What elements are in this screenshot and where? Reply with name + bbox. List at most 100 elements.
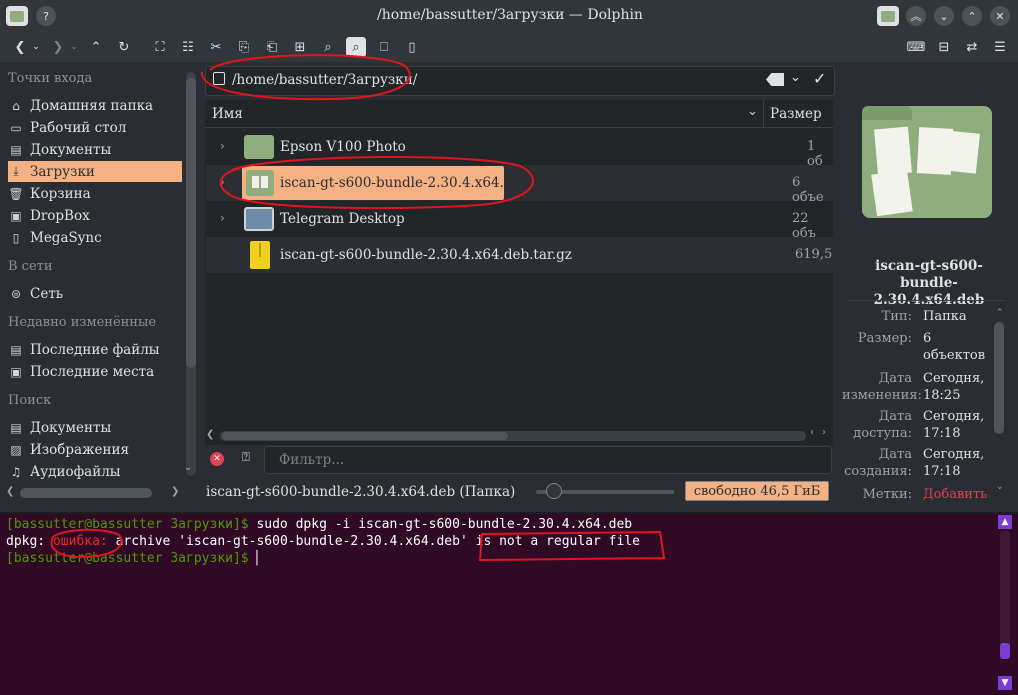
confirm-location-icon[interactable]: ✓ [813,69,826,88]
sidebar-item-documents[interactable]: ▤ Документы [8,139,182,160]
scroll-down-icon[interactable]: ⌄ [996,482,1004,492]
info-label-accessed: Дата доступа: [853,409,912,441]
sidebar-scroll-thumb[interactable] [186,78,196,368]
history-dropdown-icon[interactable]: ⌄ [790,70,801,85]
terminal-error-message: archive 'iscan-gt-s600-bundle-2.30.4.x64… [107,534,640,549]
column-name[interactable]: Имя [212,106,243,122]
close-filter-icon[interactable]: ✕ [210,452,224,466]
menu-icon[interactable]: ☰ [990,37,1010,57]
file-row[interactable]: › iscan-gt-s600-bundle-2.30.4.x64.deb 6 … [206,165,833,205]
scroll-right-icon[interactable]: ❯ [171,486,179,497]
sidebar-item-desktop[interactable]: ▭ Рабочий стол [8,117,182,138]
scroll-left-icon[interactable]: ❮ [206,429,214,440]
split-view-icon[interactable]: ⊟ [934,37,954,57]
maximize-icon[interactable]: ⌃ [962,6,982,26]
terminal-cursor: ▏ [256,551,265,566]
trash-icon: 🗑 [8,186,24,201]
sidebar-item-recent-places[interactable]: ▣ Последние места [8,361,182,382]
info-vertical-scrollbar[interactable] [994,322,1004,434]
close-icon[interactable]: ✕ [990,6,1010,26]
sidebar-horizontal-scrollbar[interactable] [20,488,152,498]
network-icon: ⊜ [10,286,22,301]
folder-icon[interactable] [877,6,899,26]
download-icon: ⤓ [13,164,19,178]
icons-view-icon[interactable]: ⛶ [150,37,170,57]
forward-menu-icon[interactable]: ⌄ [64,37,84,57]
sort-chevron-icon[interactable]: ⌄ [747,104,758,119]
folder-icon: ▯ [12,230,20,245]
sidebar-item-megasync[interactable]: ▯ MegaSync [8,227,182,248]
app-folder-icon[interactable] [6,6,28,26]
terminal-scroll-up-icon[interactable]: ▲ [998,515,1012,529]
image-folder-icon [244,207,274,231]
terminal-scrollbar[interactable] [1000,531,1010,659]
terminal-prompt: [bassutter@bassutter Загрузки]$ [6,551,257,566]
info-value-type: Папка [923,309,967,324]
sidebar-item-home[interactable]: ⌂ Домашняя папка [8,95,182,116]
new-tab-icon[interactable]: ▯ [402,37,422,57]
home-icon: ⌂ [12,98,20,113]
copy-icon[interactable]: ⎘ [234,37,254,57]
column-size[interactable]: Размер [770,106,822,122]
document-preview-icon [871,169,913,217]
info-tags-row: Метки: Добавить [842,486,998,500]
sidebar-item-dropbox[interactable]: ▣ DropBox [8,205,182,226]
file-name: Telegram Desktop [280,211,405,227]
info-value-accessed: Сегодня, 17:18 [923,409,985,441]
preview-icon[interactable]: ⊞ [290,37,310,57]
scroll-down-icon[interactable]: ⌄ [184,462,192,473]
minimize-icon[interactable]: ⌄ [934,6,954,26]
free-space-bar[interactable]: свободно 46,5 ГиБ [685,481,829,501]
scroll-left-icon[interactable]: ‹ [810,427,814,438]
compact-view-icon[interactable]: ☷ [178,37,198,57]
images-icon: ▨ [10,442,22,457]
expand-icon[interactable]: › [220,175,225,189]
reload-icon[interactable]: ↻ [114,37,134,57]
fileview-scroll-thumb[interactable] [222,432,508,440]
find-icon[interactable]: ⌕ [346,37,366,57]
free-space-label: свободно 46,5 ГиБ [693,483,821,499]
sidebar-item-downloads[interactable]: ⤓ Загрузки [8,161,182,182]
zoom-slider-handle[interactable] [545,483,562,499]
expand-icon[interactable]: › [220,211,225,225]
add-tags-link[interactable]: Добавить [923,486,998,500]
back-menu-icon[interactable]: ⌄ [26,37,46,57]
paste-icon[interactable]: ⎗ [262,37,282,57]
lock-icon[interactable]: ⍰ [242,450,250,465]
document-preview-icon [942,130,980,174]
window-title: /home/bassutter/Загрузки — Dolphin [377,7,643,23]
sidebar-item-network[interactable]: ⊜ Сеть [8,283,182,304]
sidebar-item-search-documents[interactable]: ▤ Документы [8,417,182,438]
documents-icon: ▤ [10,420,22,435]
scroll-left-icon[interactable]: ❮ [6,486,14,497]
expand-icon[interactable]: › [220,139,225,153]
cut-icon[interactable]: ✂ [206,37,226,57]
help-icon[interactable]: ? [36,6,56,26]
sidebar-item-trash[interactable]: 🗑 Корзина [8,183,182,204]
search-icon[interactable]: ⌕ [318,37,338,57]
scroll-right-icon[interactable]: › [822,427,826,438]
folder-icon [244,135,274,159]
up-icon[interactable]: ⌃ [86,37,106,57]
documents-icon: ▤ [10,142,22,157]
terminal-scroll-down-icon[interactable]: ▼ [998,676,1012,690]
sidebar-item-search-images[interactable]: ▨ Изображения [8,439,182,460]
location-path[interactable]: /home/bassutter/Загрузки/ [232,72,417,88]
file-row[interactable]: › Telegram Desktop 22 объ [206,201,833,241]
sidebar-item-recent-files[interactable]: ▤ Последние файлы [8,339,182,360]
document-icon [261,176,268,188]
sidebar-item-search-audio[interactable]: ♫ Аудиофайлы [8,461,182,482]
scroll-up-icon[interactable]: ⌃ [996,308,1004,318]
info-label-type: Тип: [881,309,912,324]
file-row[interactable]: › Epson V100 Photo 1 об [206,129,833,169]
keep-above-icon[interactable]: ︽ [906,6,926,26]
terminal-scroll-thumb[interactable] [1000,643,1010,659]
document-icon [252,176,259,188]
terminal-toggle-icon[interactable]: ⌨ [906,37,926,57]
filter-field[interactable]: Фильтр... [264,446,832,474]
bookmark-icon[interactable]: ⎕ [374,37,394,57]
recent-heading: Недавно изменённые [8,315,157,330]
column-divider[interactable] [763,100,764,128]
settings-icon[interactable]: ⇄ [962,37,982,57]
file-row[interactable]: iscan-gt-s600-bundle-2.30.4.x64.deb.tar.… [206,237,833,273]
